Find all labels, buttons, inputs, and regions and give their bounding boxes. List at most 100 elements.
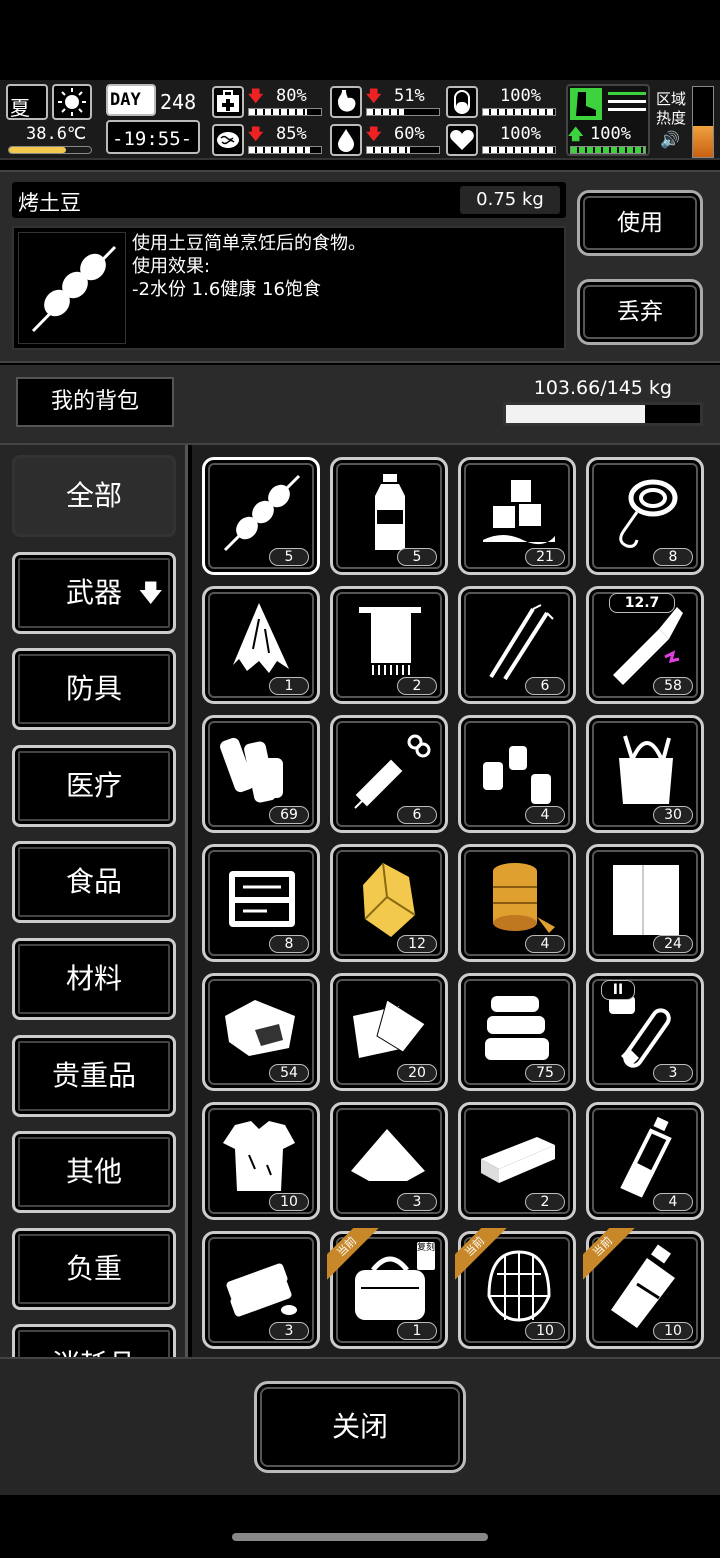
use-button[interactable]: 使用 <box>577 190 703 256</box>
item-count: 2 <box>397 677 437 695</box>
stomach-bar <box>366 108 440 116</box>
home-indicator <box>232 1533 488 1541</box>
category-valuables[interactable]: 贵重品 <box>12 1035 176 1117</box>
item-count: 21 <box>525 548 565 566</box>
close-button[interactable]: 关闭 <box>254 1381 466 1473</box>
inventory-slot[interactable]: 5 <box>330 457 448 575</box>
category-materials[interactable]: 材料 <box>12 938 176 1020</box>
inventory-slot[interactable]: 30 <box>586 715 704 833</box>
inventory-slot[interactable]: 8 <box>202 844 320 962</box>
item-count: 8 <box>653 548 693 566</box>
item-count: 5 <box>397 548 437 566</box>
inventory-slot[interactable]: II 3 <box>586 973 704 1091</box>
inventory-slot[interactable]: 20 <box>330 973 448 1091</box>
stamina-bar <box>570 146 646 154</box>
item-count: 75 <box>525 1064 565 1082</box>
item-count: 12 <box>397 935 437 953</box>
brain-icon <box>212 124 244 156</box>
inventory-slot[interactable]: 54 <box>202 973 320 1091</box>
item-count: 4 <box>525 935 565 953</box>
inventory-slot[interactable]: 75 <box>458 973 576 1091</box>
season-indicator: 夏 <box>6 84 48 120</box>
category-other[interactable]: 其他 <box>12 1131 176 1213</box>
inventory-slot[interactable]: 4 <box>458 715 576 833</box>
heart-value: 100% <box>500 124 541 144</box>
inventory-slot[interactable]: 1 <box>202 586 320 704</box>
item-count: 8 <box>269 935 309 953</box>
item-count: 6 <box>397 806 437 824</box>
item-detail-panel: 烤土豆 0.75 kg 使用土豆简单烹饪后的食物。 使用效果: -2水份 1.6… <box>0 170 720 363</box>
crackers-icon <box>226 1263 297 1317</box>
copy-tag: 复刻 <box>417 1242 435 1270</box>
brain-bar <box>248 146 322 154</box>
water-value: 60% <box>394 124 425 144</box>
health-bar <box>248 108 322 116</box>
powder-pile-icon <box>351 1129 425 1181</box>
tape-roll-icon <box>493 863 555 933</box>
gold-nugget-icon <box>363 862 416 937</box>
current-badge: 当前 <box>583 1228 635 1280</box>
inventory-slot[interactable]: 12 <box>330 844 448 962</box>
heart-bar <box>482 146 556 154</box>
item-count: 30 <box>653 806 693 824</box>
inventory-slot[interactable]: 10 <box>202 1102 320 1220</box>
glass-bottle-icon <box>620 1116 672 1198</box>
folded-clothes-icon <box>485 996 549 1060</box>
inventory-slot[interactable]: 当前 复刻 1 <box>327 1228 448 1349</box>
inventory-slot[interactable]: 6 <box>330 715 448 833</box>
status-hud: 夏 38.6℃ DAY 248 -19:55- 🡇 80% 🡇 51% 100%… <box>0 80 720 160</box>
category-medical[interactable]: 医疗 <box>12 745 176 827</box>
item-count: 2 <box>525 1193 565 1211</box>
baked-potato-skewer-icon <box>223 474 301 552</box>
towel-icon <box>359 607 421 675</box>
inventory-slot[interactable]: 当前 10 <box>455 1228 576 1349</box>
category-all[interactable]: 全部 <box>12 455 176 537</box>
item-count: 10 <box>525 1322 565 1340</box>
item-count: 1 <box>397 1322 437 1340</box>
rope-hook-icon <box>619 479 678 548</box>
inventory-slot[interactable]: 2 <box>330 586 448 704</box>
category-load[interactable]: 负重 <box>12 1228 176 1310</box>
inventory-slot[interactable]: 4 <box>586 1102 704 1220</box>
item-count: 6 <box>525 677 565 695</box>
paper-scrolls-icon <box>220 737 283 803</box>
season-label: 夏 <box>10 96 30 120</box>
inventory-slot[interactable]: 8 <box>586 457 704 575</box>
bar-block-icon <box>481 1137 555 1183</box>
drop-button[interactable]: 丢弃 <box>577 279 703 345</box>
inventory-slot[interactable]: 5 <box>202 457 320 575</box>
item-count: 4 <box>525 806 565 824</box>
item-count: 10 <box>269 1193 309 1211</box>
category-consumables[interactable]: 消耗品 <box>12 1324 176 1357</box>
day-badge: DAY <box>106 84 156 116</box>
category-food[interactable]: 食品 <box>12 841 176 923</box>
meat-chunk-icon <box>225 1000 295 1056</box>
inventory-slot[interactable]: 24 <box>586 844 704 962</box>
ice-cubes-icon <box>483 480 555 545</box>
inventory-slot[interactable]: 当前 10 <box>583 1228 704 1349</box>
brain-value: 85% <box>276 124 307 144</box>
volume-icon[interactable]: 🔊 <box>660 130 680 149</box>
inventory-slot[interactable]: 3 <box>330 1102 448 1220</box>
category-armor[interactable]: 防具 <box>12 648 176 730</box>
stomach-value: 51% <box>394 86 425 106</box>
item-description: 使用土豆简单烹饪后的食物。 使用效果: -2水份 1.6健康 16饱食 <box>132 233 366 300</box>
bag-title: 我的背包 <box>16 377 174 427</box>
inventory-slot[interactable]: 2 <box>458 1102 576 1220</box>
clock: -19:55- <box>106 120 200 154</box>
inventory-slot[interactable]: 4 <box>458 844 576 962</box>
lockpicks-icon <box>489 604 554 681</box>
category-weapons[interactable]: 武器 🡇 <box>12 552 176 634</box>
current-badge: 当前 <box>455 1228 507 1280</box>
pill-bar <box>482 108 556 116</box>
inventory-slot[interactable]: 69 <box>202 715 320 833</box>
inventory-slot[interactable]: 6 <box>458 586 576 704</box>
bag-header: 我的背包 103.66/145 kg <box>0 365 720 445</box>
inventory-slot[interactable]: 3 <box>202 1231 320 1349</box>
bag-capacity-bar <box>503 402 703 426</box>
category-sidebar[interactable]: 全部 武器🡇 防具 医疗 食品 材料 贵重品 其他 负重 消耗品 <box>0 445 188 1357</box>
inventory-slot[interactable]: 12.7 58 <box>586 586 704 704</box>
item-count: 24 <box>653 935 693 953</box>
inventory-slot[interactable]: 21 <box>458 457 576 575</box>
stamina-panel: 🡅 100% <box>566 84 650 156</box>
